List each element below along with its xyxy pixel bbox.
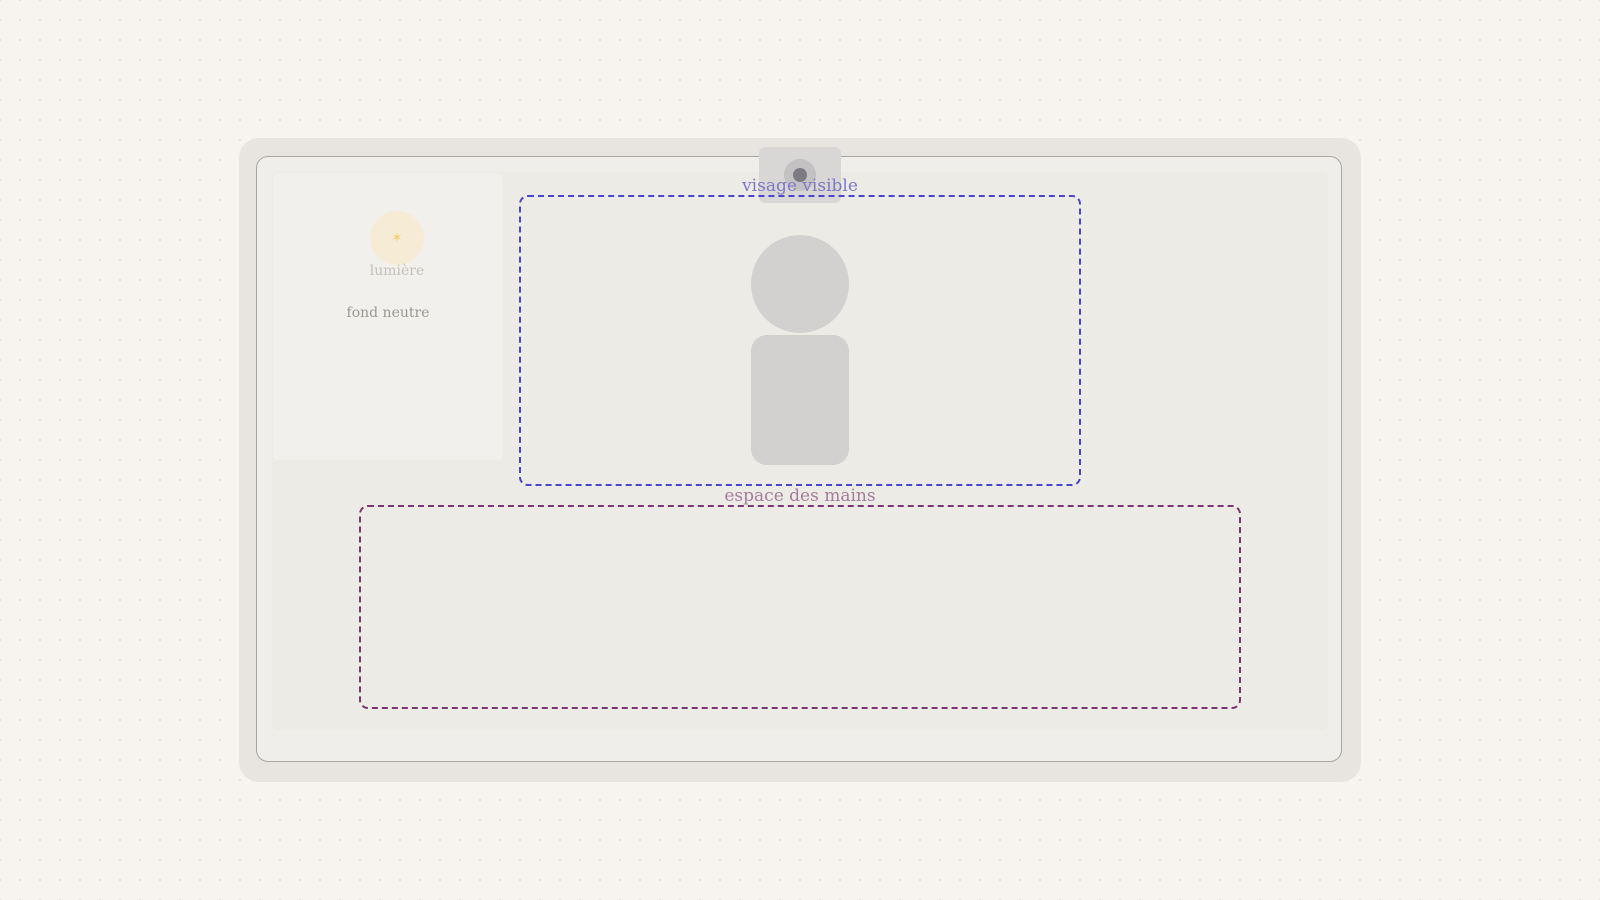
hands-zone-label: espace des mains xyxy=(724,486,876,506)
sun-icon: ✶ xyxy=(370,211,424,265)
face-zone-label: visage visible xyxy=(742,176,858,196)
person-head xyxy=(751,235,849,333)
light-label: lumière xyxy=(369,263,425,279)
hands-zone-frame xyxy=(359,505,1241,709)
neutral-background-label: fond neutre xyxy=(346,305,430,321)
person-torso xyxy=(751,335,849,465)
